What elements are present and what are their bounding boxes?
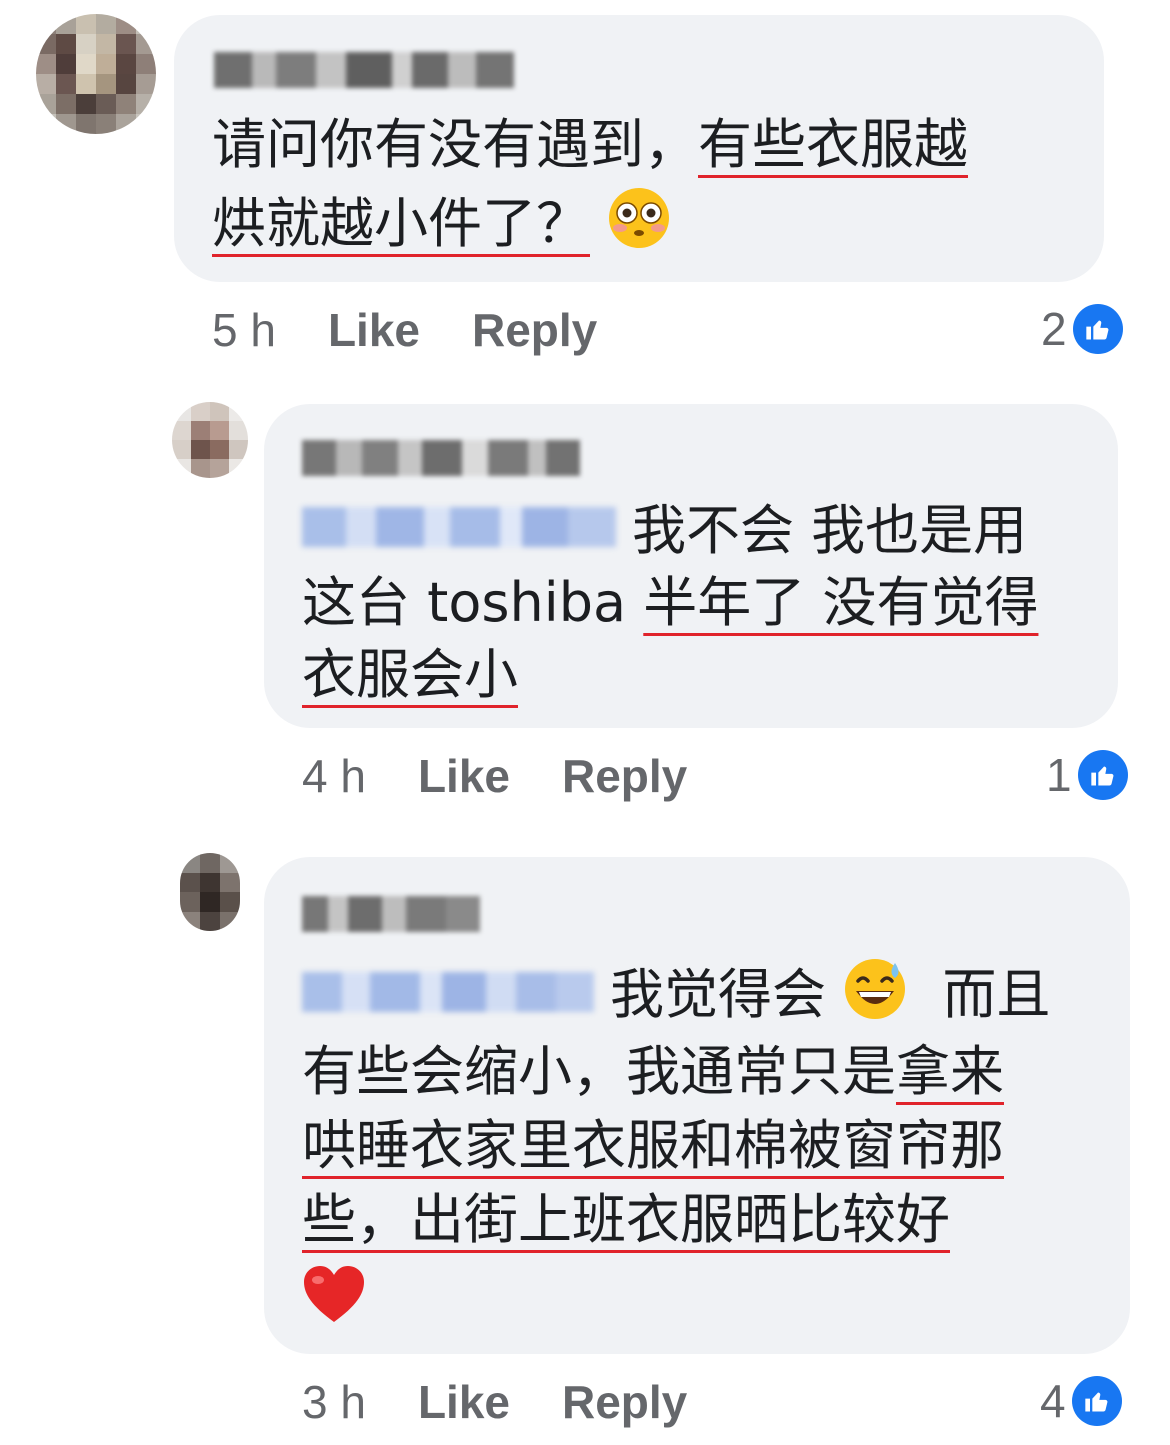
timestamp: 3 h (302, 1376, 366, 1428)
comment-text: 有些会缩小，我通常只是 (302, 1040, 896, 1103)
red-heart-icon (302, 1264, 366, 1328)
underlined-text: 半年了 没有觉得 (643, 571, 1039, 634)
comment-text-line: 些，出街上班衣服晒比较好 (302, 1183, 950, 1257)
thumbs-up-icon (1077, 750, 1128, 800)
timestamp: 4 h (302, 750, 366, 802)
comment-text-line: 有些会缩小，我通常只是拿来 (302, 1035, 1004, 1109)
comment-text: 我觉得会 (610, 963, 826, 1027)
like-button[interactable]: Like (418, 1376, 510, 1428)
reaction-count: 4 (1040, 1375, 1066, 1427)
underlined-text: 哄睡衣家里衣服和棉被窗帘那 (302, 1114, 1004, 1177)
comment-text: 我不会 我也是用 (632, 499, 1028, 562)
timestamp: 5 h (212, 304, 276, 356)
mention-blurred[interactable] (302, 507, 616, 547)
reply-button[interactable]: Reply (562, 1376, 687, 1428)
comment-text-line: 我觉得会 而且 (610, 957, 1050, 1040)
reaction-count-2[interactable]: 1 (1046, 748, 1128, 802)
thumbs-up-icon (1071, 1376, 1122, 1426)
flushed-face-icon (607, 186, 671, 269)
underlined-text: 烘就越小件了？ (212, 192, 590, 256)
commenter-avatar-1[interactable] (36, 14, 156, 134)
commenter-avatar-3[interactable] (180, 853, 240, 931)
comment-text-line: 请问你有没有遇到，有些衣服越 (212, 108, 968, 182)
mention-blurred[interactable] (302, 972, 594, 1012)
comment-text: 而且 (942, 963, 1051, 1027)
underlined-text: 衣服会小 (302, 643, 518, 706)
underlined-text: 有些衣服越 (698, 113, 968, 176)
reaction-count-3[interactable]: 4 (1040, 1374, 1122, 1428)
comment-text: 请问你有没有遇到， (212, 113, 698, 176)
comment-meta-1: 5 h Like Reply (212, 302, 597, 358)
reply-button[interactable]: Reply (562, 750, 687, 802)
comment-text-line: 我不会 我也是用 (632, 494, 1027, 568)
grinning-sweat-face-icon (843, 957, 907, 1040)
like-button[interactable]: Like (418, 750, 510, 802)
comment-text-line: 哄睡衣家里衣服和棉被窗帘那 (302, 1109, 1004, 1183)
reply-button[interactable]: Reply (472, 304, 597, 356)
like-button[interactable]: Like (328, 304, 420, 356)
comment-text-line: 衣服会小 (302, 638, 518, 712)
underlined-text: 拿来 (896, 1040, 1004, 1103)
underlined-text: 些，出街上班衣服晒比较好 (302, 1188, 950, 1251)
reaction-count-1[interactable]: 2 (1041, 302, 1123, 356)
commenter-name-blurred[interactable] (302, 896, 480, 932)
commenter-avatar-2[interactable] (172, 402, 248, 478)
comment-text-line: 烘就越小件了？ (212, 186, 671, 269)
commenter-name-blurred[interactable] (302, 440, 580, 476)
comment-meta-2: 4 h Like Reply (302, 748, 687, 804)
comment-text: 这台 toshiba (302, 571, 644, 634)
comment-text-line: 这台 toshiba 半年了 没有觉得 (302, 566, 1038, 640)
reaction-count: 1 (1046, 749, 1072, 801)
reaction-count: 2 (1041, 303, 1067, 355)
comment-meta-3: 3 h Like Reply (302, 1374, 687, 1430)
commenter-name-blurred[interactable] (214, 52, 514, 88)
thumbs-up-icon (1072, 304, 1123, 354)
